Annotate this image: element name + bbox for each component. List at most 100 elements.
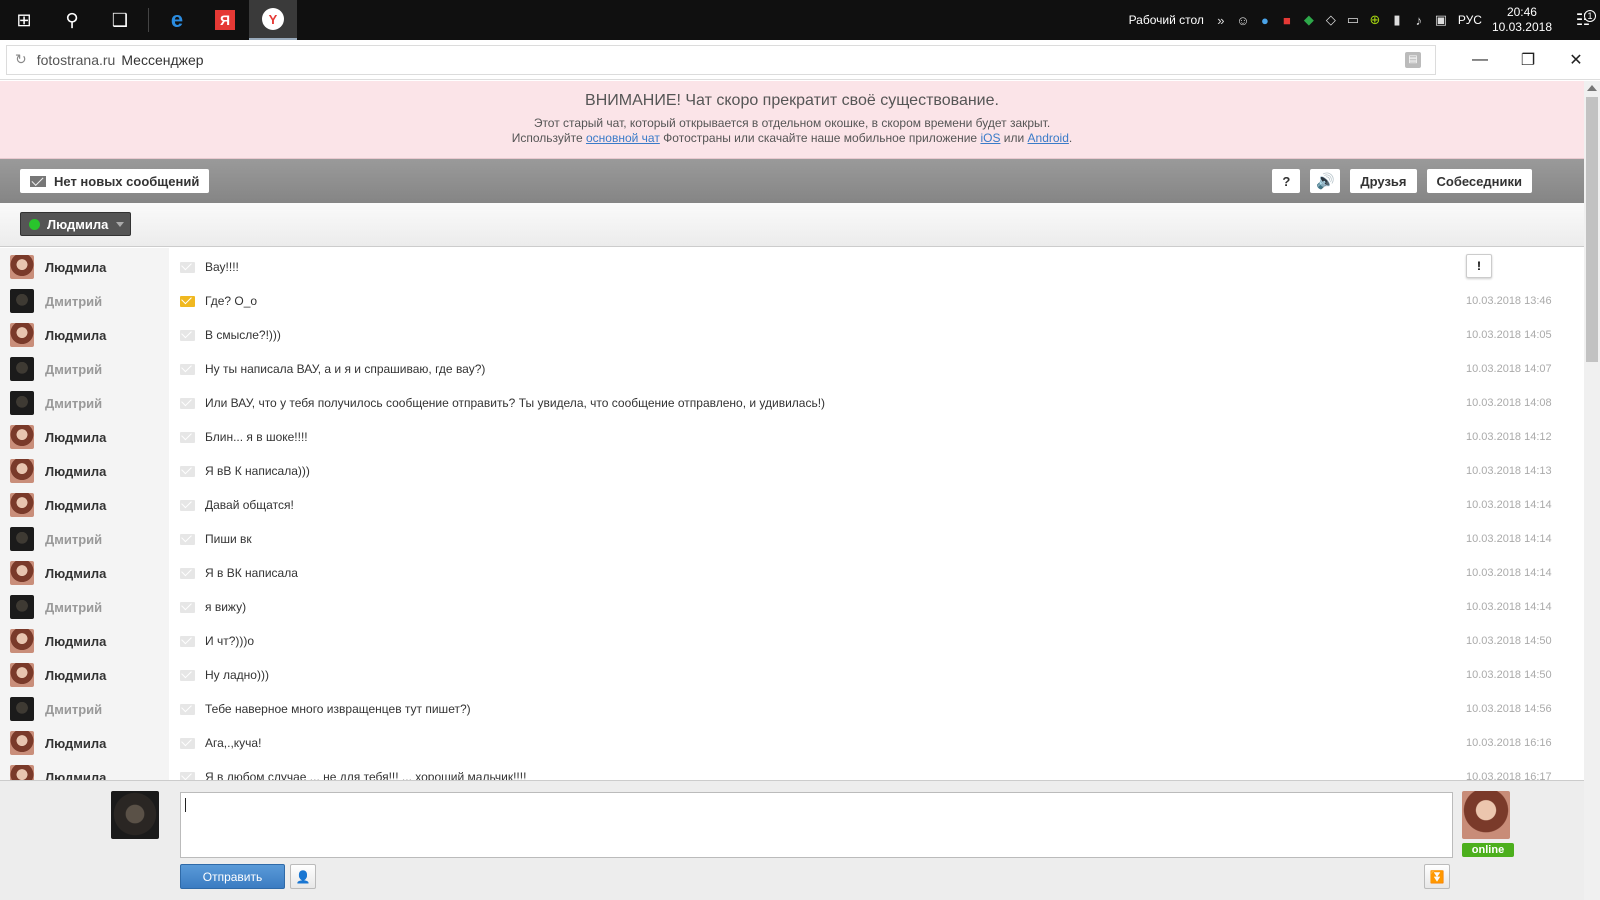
message-row: Людмила Ну ладно))) 10.03.2018 14:50: [0, 658, 1584, 692]
author-avatar[interactable]: [10, 391, 34, 415]
author-avatar[interactable]: [10, 357, 34, 381]
message-input[interactable]: [180, 792, 1453, 858]
main-chat-link[interactable]: основной чат: [586, 131, 660, 145]
people-icon[interactable]: ☺: [1232, 0, 1254, 40]
message-author[interactable]: Людмила: [45, 668, 106, 683]
conversation-tab[interactable]: Людмила: [20, 212, 132, 236]
author-avatar[interactable]: [10, 629, 34, 653]
message-author[interactable]: Людмила: [45, 464, 106, 479]
message-timestamp: 10.03.2018 14:07: [1466, 363, 1552, 375]
battery-icon[interactable]: ▮: [1386, 0, 1408, 40]
message-text: Я вВ К написала))): [205, 464, 310, 478]
message-author[interactable]: Дмитрий: [45, 362, 102, 377]
address-bar[interactable]: ↻ fotostrana.ru Мессенджер ▤: [6, 44, 1436, 75]
scrollbar[interactable]: [1584, 81, 1600, 900]
restore-icon[interactable]: ❐: [1504, 40, 1552, 80]
message-author[interactable]: Дмитрий: [45, 600, 102, 615]
report-button[interactable]: !: [1466, 254, 1492, 278]
message-row: Людмила Я в любом случае ... не для тебя!…: [0, 760, 1584, 780]
scroll-up-icon[interactable]: [1587, 85, 1597, 91]
system-tray: Рабочий стол » ☺ ● ■ ◆ ◇ ▭ ⊕ ▮ ♪ ▣ РУС 2…: [1129, 0, 1600, 40]
chevron-down-icon[interactable]: [116, 222, 125, 227]
task-view-icon[interactable]: ❑: [96, 0, 144, 40]
online-status-icon: [29, 218, 40, 230]
author-avatar[interactable]: [10, 527, 34, 551]
shield-icon[interactable]: ◇: [1320, 0, 1342, 40]
message-author[interactable]: Людмила: [45, 566, 106, 581]
message-timestamp: 10.03.2018 14:14: [1466, 533, 1552, 545]
message-author[interactable]: Людмила: [45, 498, 106, 513]
author-avatar[interactable]: [10, 289, 34, 313]
message-text: Пиши вк: [205, 532, 252, 546]
close-icon[interactable]: ✕: [1552, 40, 1600, 80]
scrollbar-thumb[interactable]: [1586, 97, 1598, 362]
author-avatar[interactable]: [10, 731, 34, 755]
new-messages-button[interactable]: Нет новых сообщений: [20, 169, 210, 193]
attach-icon[interactable]: ⏬: [1424, 864, 1450, 889]
author-avatar[interactable]: [10, 425, 34, 449]
yandex-browser-icon[interactable]: Y: [249, 0, 297, 40]
help-button[interactable]: ?: [1272, 169, 1301, 193]
ios-link[interactable]: iOS: [980, 131, 1000, 145]
contact-card-icon[interactable]: 👤: [290, 864, 316, 889]
message-author[interactable]: Дмитрий: [45, 294, 102, 309]
message-author[interactable]: Людмила: [45, 260, 106, 275]
more-icon[interactable]: »: [1210, 0, 1232, 40]
minimize-icon[interactable]: —: [1456, 40, 1504, 80]
volume-icon[interactable]: ♪: [1408, 0, 1430, 40]
desktop-toolbar-label[interactable]: Рабочий стол: [1129, 13, 1204, 27]
send-button[interactable]: Отправить: [180, 864, 285, 889]
language-indicator[interactable]: РУС: [1458, 13, 1482, 27]
chat-toolbar: Нет новых сообщений ? 🔊 Друзья Собеседни…: [0, 159, 1584, 203]
author-avatar[interactable]: [10, 459, 34, 483]
message-author[interactable]: Людмила: [45, 634, 106, 649]
message-author[interactable]: Людмила: [45, 328, 106, 343]
flash-tray-icon[interactable]: ■: [1276, 0, 1298, 40]
android-link[interactable]: Android: [1028, 131, 1069, 145]
message-author[interactable]: Людмила: [45, 770, 106, 781]
message-text: Где? О_о: [205, 294, 258, 308]
message-author[interactable]: Дмитрий: [45, 702, 102, 717]
message-text: Ну ладно))): [205, 668, 269, 682]
read-envelope-icon: [180, 771, 195, 780]
author-avatar[interactable]: [10, 255, 34, 279]
yandex-icon[interactable]: Я: [201, 0, 249, 40]
search-icon[interactable]: ⚲: [48, 0, 96, 40]
plus-tray-icon[interactable]: ⊕: [1364, 0, 1386, 40]
sound-toggle-button[interactable]: 🔊: [1310, 169, 1341, 193]
read-envelope-icon: [180, 465, 195, 477]
edge-browser-icon[interactable]: e: [153, 0, 201, 40]
friends-button[interactable]: Друзья: [1350, 169, 1417, 193]
reload-icon[interactable]: ↻: [15, 51, 27, 68]
message-author[interactable]: Людмила: [45, 430, 106, 445]
message-timestamp: 10.03.2018 14:13: [1466, 465, 1552, 477]
author-avatar[interactable]: [10, 663, 34, 687]
antivirus-tray-icon[interactable]: ◆: [1298, 0, 1320, 40]
lock-icon[interactable]: ▤: [1405, 51, 1421, 68]
new-messages-label: Нет новых сообщений: [54, 173, 200, 189]
author-avatar[interactable]: [10, 697, 34, 721]
windows-start-icon[interactable]: ⊞: [0, 0, 48, 40]
author-avatar[interactable]: [10, 493, 34, 517]
contacts-button[interactable]: Собеседники: [1426, 169, 1532, 193]
download-tray-icon[interactable]: ●: [1254, 0, 1276, 40]
message-composer: Отправить 👤 ⏬ online: [0, 780, 1584, 900]
message-history[interactable]: Людмила Вау!!!!! Дмитрий Где? О_о 10.03.2018…: [0, 248, 1584, 780]
author-avatar[interactable]: [10, 595, 34, 619]
peer-avatar[interactable]: [1462, 791, 1510, 839]
author-avatar[interactable]: [10, 561, 34, 585]
message-timestamp: 10.03.2018 13:46: [1466, 295, 1552, 307]
clock[interactable]: 20:46 10.03.2018: [1492, 5, 1552, 35]
message-author[interactable]: Дмитрий: [45, 396, 102, 411]
message-author[interactable]: Дмитрий: [45, 532, 102, 547]
message-author[interactable]: Людмила: [45, 736, 106, 751]
notification-center-icon[interactable]: ☷ 1: [1566, 10, 1600, 30]
network-icon[interactable]: ▣: [1430, 0, 1452, 40]
message-row: Людмила И чт?)))о 10.03.2018 14:50: [0, 624, 1584, 658]
author-avatar[interactable]: [10, 323, 34, 347]
text-caret: [185, 798, 186, 812]
my-avatar[interactable]: [111, 791, 159, 839]
window-header: ↻ fotostrana.ru Мессенджер ▤ — ❐ ✕: [0, 40, 1600, 80]
author-avatar[interactable]: [10, 765, 34, 780]
monitor-tray-icon[interactable]: ▭: [1342, 0, 1364, 40]
